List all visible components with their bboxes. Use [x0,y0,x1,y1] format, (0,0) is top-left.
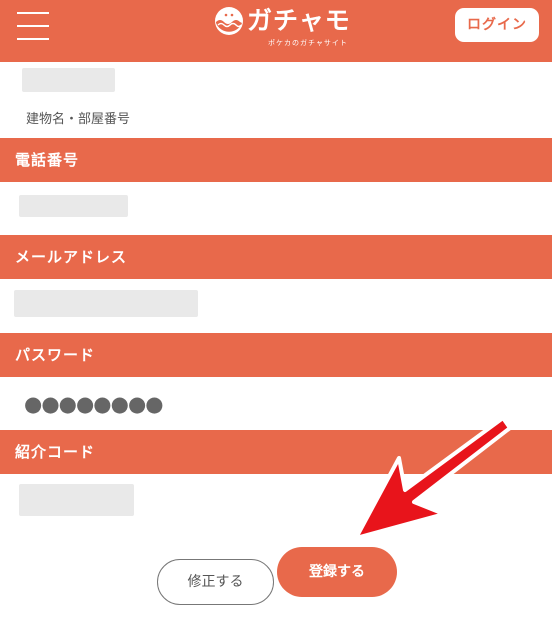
building-value-blurred [22,68,115,92]
login-button[interactable]: ログイン [455,8,539,42]
referral-section-header: 紹介コード [0,430,552,474]
phone-value-blurred [19,195,128,217]
phone-section-header: 電話番号 [0,138,552,182]
password-section-header: パスワード [0,333,552,377]
referral-value-blurred [19,484,134,516]
hamburger-menu-icon[interactable] [17,12,49,40]
logo-text: ガチャモ [247,6,351,35]
logo-capsule-icon [215,7,243,35]
site-header: ガチャモ ポケカのガチャサイト ログイン [0,0,552,62]
site-logo[interactable]: ガチャモ ポケカのガチャサイト [214,6,350,50]
email-section-header: メールアドレス [0,235,552,279]
edit-button[interactable]: 修正する [157,559,274,605]
email-value-blurred [14,290,198,317]
register-button[interactable]: 登録する [277,547,397,597]
logo-subtitle: ポケカのガチャサイト [268,39,348,47]
building-room-caption: 建物名・部屋番号 [26,112,131,127]
password-masked-value: ●●●●●●●● [24,392,164,416]
